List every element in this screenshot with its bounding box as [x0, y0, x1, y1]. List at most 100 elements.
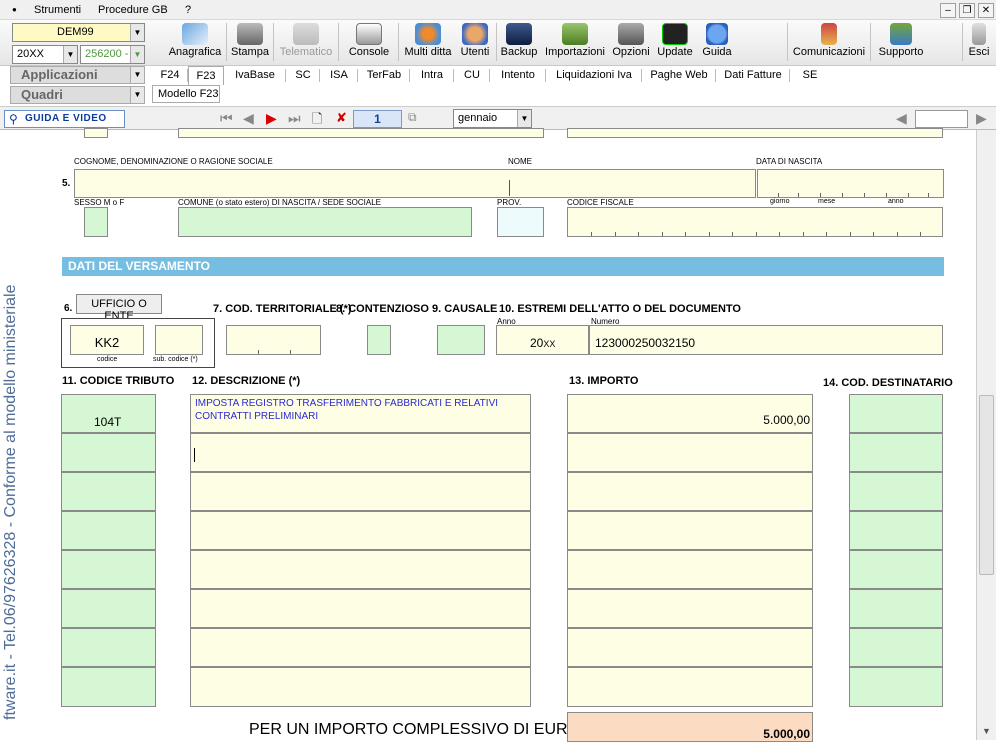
scrollbar-thumb[interactable]	[979, 395, 994, 575]
ditta-select[interactable]: DEM99 ▼	[12, 23, 145, 42]
menu-help[interactable]: ?	[185, 4, 191, 16]
tab-liquidazioni-iva[interactable]: Liquidazioni Iva	[546, 66, 642, 85]
importo-row[interactable]	[567, 472, 813, 511]
codice-tributo-row[interactable]	[61, 667, 156, 707]
data-nascita-field[interactable]	[757, 169, 944, 198]
last-record-icon[interactable]: ⏭	[288, 110, 301, 127]
month-select[interactable]: gennaio ▼	[453, 109, 532, 128]
next-record-icon[interactable]: ▶	[266, 110, 277, 127]
codice-select[interactable]: 256200 - ▼	[80, 45, 145, 64]
cod-destinatario-row[interactable]	[849, 472, 943, 511]
descrizione-row[interactable]	[190, 550, 531, 589]
tab-cu[interactable]: CU	[454, 66, 490, 85]
comune-field[interactable]	[178, 207, 472, 237]
tab-dati-fatture[interactable]: Dati Fatture	[716, 66, 790, 85]
guida-button[interactable]: Guida	[699, 22, 735, 62]
telematico-button[interactable]: Telematico	[276, 22, 336, 62]
tab-intra[interactable]: Intra	[410, 66, 454, 85]
delete-record-icon[interactable]: ✘	[336, 110, 347, 126]
stampa-button[interactable]: Stampa	[229, 22, 271, 62]
importo-row[interactable]	[567, 511, 813, 550]
backup-button[interactable]: Backup	[499, 22, 539, 62]
multi-ditta-button[interactable]: Multi ditta	[401, 22, 455, 62]
duplicate-record-icon[interactable]: ⧉	[408, 110, 417, 125]
importo-row[interactable]	[567, 667, 813, 707]
codice-tributo-row[interactable]	[61, 472, 156, 511]
cod-destinatario-row[interactable]	[849, 511, 943, 550]
descrizione-row[interactable]	[190, 628, 531, 667]
minimize-icon[interactable]: –	[940, 3, 956, 18]
importo-row[interactable]	[567, 550, 813, 589]
tab-ivabase[interactable]: IvaBase	[224, 66, 286, 85]
cognome-field[interactable]	[74, 169, 756, 198]
tab-f23[interactable]: F23	[188, 66, 224, 85]
restore-icon[interactable]: ❐	[959, 3, 975, 18]
cod-destinatario-row[interactable]	[849, 394, 943, 433]
supporto-button[interactable]: Supporto	[875, 22, 927, 62]
cod-destinatario-row[interactable]	[849, 589, 943, 628]
esci-button[interactable]: Esci	[965, 22, 993, 62]
descrizione-row[interactable]	[190, 472, 531, 511]
console-button[interactable]: Console	[342, 22, 396, 62]
ufficio-codice-field[interactable]: KK2	[70, 325, 144, 355]
descrizione-row[interactable]	[190, 433, 531, 472]
codice-tributo-row[interactable]	[61, 511, 156, 550]
codice-fiscale-field[interactable]	[567, 207, 943, 237]
descrizione-row[interactable]	[190, 511, 531, 550]
descrizione-row[interactable]	[190, 667, 531, 707]
tab-se[interactable]: SE	[790, 66, 830, 85]
codice-tributo-row[interactable]	[61, 433, 156, 472]
comunicazioni-button[interactable]: Comunicazioni	[792, 22, 866, 62]
field-partial[interactable]	[567, 128, 943, 138]
cod-destinatario-row[interactable]	[849, 628, 943, 667]
tab-modello-f23[interactable]: Modello F23	[152, 85, 220, 103]
cod-territoriale-field[interactable]	[226, 325, 321, 355]
codice-tributo-row-1[interactable]: 104T	[61, 394, 156, 433]
close-icon[interactable]: ✕	[978, 3, 994, 18]
importazioni-button[interactable]: Importazioni	[543, 22, 607, 62]
scroll-right-icon[interactable]: ▶	[976, 110, 987, 127]
importo-row[interactable]	[567, 628, 813, 667]
cod-destinatario-row[interactable]	[849, 433, 943, 472]
scroll-down-icon[interactable]: ▼	[982, 726, 991, 736]
quadri-select[interactable]: Quadri ▼	[10, 86, 145, 104]
cod-destinatario-row[interactable]	[849, 667, 943, 707]
update-button[interactable]: Update	[655, 22, 695, 62]
utenti-button[interactable]: Utenti	[457, 22, 493, 62]
page-number-input[interactable]: 1	[353, 110, 402, 128]
anagrafica-button[interactable]: Anagrafica	[166, 22, 224, 62]
importo-row[interactable]	[567, 589, 813, 628]
tab-paghe-web[interactable]: Paghe Web	[642, 66, 716, 85]
cod-destinatario-row[interactable]	[849, 550, 943, 589]
causale-field[interactable]	[437, 325, 485, 355]
field-partial[interactable]	[84, 128, 108, 138]
estremi-numero-field[interactable]: 123000250032150	[589, 325, 943, 355]
anno-select[interactable]: 20XX ▼	[12, 45, 78, 64]
first-record-icon[interactable]: ⏮	[220, 110, 233, 127]
codice-tributo-row[interactable]	[61, 550, 156, 589]
codice-tributo-row[interactable]	[61, 589, 156, 628]
ufficio-ente-button[interactable]: UFFICIO O ENTE	[76, 294, 162, 322]
tab-intento[interactable]: Intento	[490, 66, 546, 85]
sesso-field[interactable]	[84, 207, 108, 237]
menu-procedure-gb[interactable]: Procedure GB	[98, 4, 168, 16]
tab-terfab[interactable]: TerFab	[358, 66, 410, 85]
menu-strumenti[interactable]: Strumenti	[34, 4, 81, 16]
importo-row-1[interactable]: 5.000,00	[567, 394, 813, 433]
importo-row[interactable]	[567, 433, 813, 472]
descrizione-row[interactable]	[190, 589, 531, 628]
tab-isa[interactable]: ISA	[320, 66, 358, 85]
applicazioni-select[interactable]: Applicazioni ▼	[10, 66, 145, 84]
prov-field[interactable]	[497, 207, 544, 237]
vertical-scrollbar[interactable]: ▼	[976, 130, 996, 740]
app-menu-icon[interactable]: ●	[12, 5, 17, 14]
codice-tributo-row[interactable]	[61, 628, 156, 667]
descrizione-row-1[interactable]: IMPOSTA REGISTRO TRASFERIMENTO FABBRICAT…	[190, 394, 531, 433]
total-importo-field[interactable]: 5.000,00	[567, 712, 813, 742]
scroll-left-icon[interactable]: ◀	[896, 110, 907, 127]
ufficio-subcodice-field[interactable]	[155, 325, 203, 355]
contenzioso-field[interactable]	[367, 325, 391, 355]
estremi-anno-field[interactable]: 20XX	[496, 325, 589, 355]
field-partial[interactable]	[178, 128, 544, 138]
previous-record-icon[interactable]: ◀	[243, 110, 254, 127]
